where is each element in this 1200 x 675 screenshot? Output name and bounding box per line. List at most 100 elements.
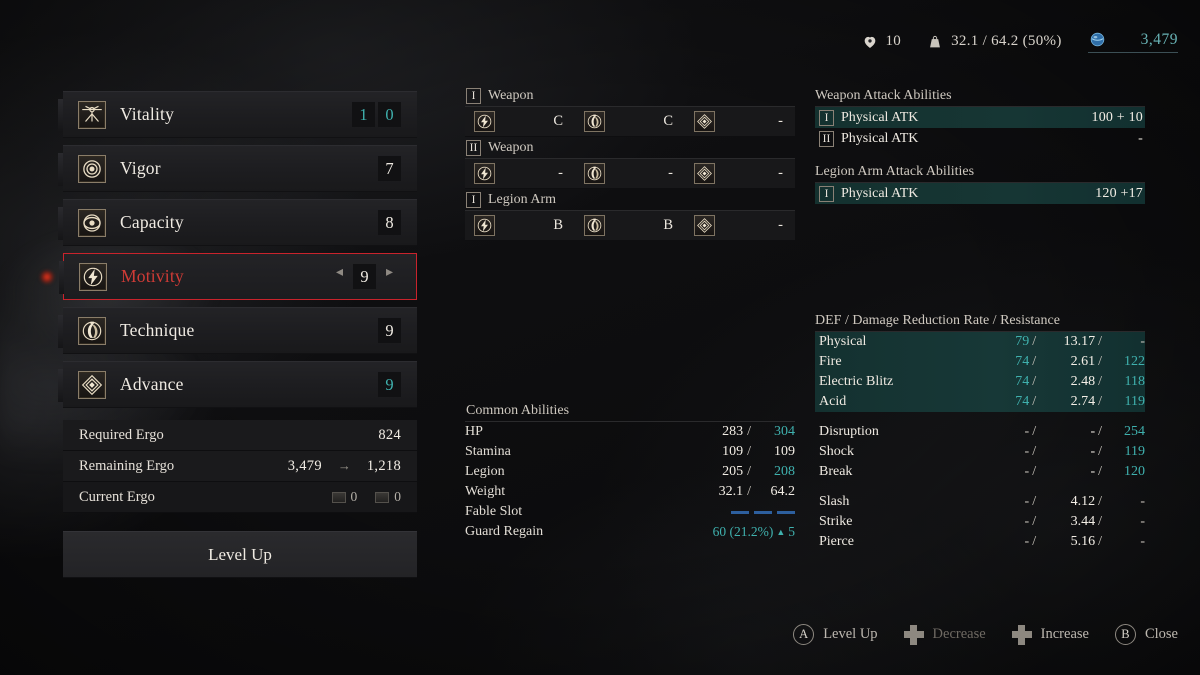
defense-resistance-value: - xyxy=(1140,494,1145,509)
defense-label: Break xyxy=(819,464,853,479)
advance-icon xyxy=(694,163,715,184)
weight-counter: 32.1 / 64.2 (50%) xyxy=(927,33,1062,50)
ergo-value: 3,479 xyxy=(1140,30,1178,48)
technique-icon xyxy=(584,215,605,236)
stat-row-advance[interactable]: Advance 9 xyxy=(58,361,417,408)
scaling-grade: - xyxy=(558,165,563,181)
required-ergo-row: Required Ergo 824 xyxy=(63,420,417,451)
level-up-button[interactable]: Level Up xyxy=(63,531,417,578)
stat-value-digit: 0 xyxy=(378,102,401,127)
ergo-panel: Required Ergo 824 Remaining Ergo 3,479 →… xyxy=(63,420,417,578)
common-ability-label: Legion xyxy=(465,464,505,479)
defense-separator: / xyxy=(1032,514,1037,529)
guard-regain-delta: 5 xyxy=(788,524,795,539)
vitality-icon xyxy=(78,100,106,129)
button-prompt-label: Increase xyxy=(1040,626,1089,642)
defense-def-value: - xyxy=(1024,494,1030,509)
defense-resistance-value: 119 xyxy=(1124,444,1145,459)
common-ability-separator: / xyxy=(747,424,751,439)
slot-numeral: I xyxy=(466,191,481,208)
ergo-chunk-value: 0 xyxy=(350,489,358,504)
legion-attack-title: Legion Arm Attack Abilities xyxy=(815,161,1145,183)
stat-decrease-arrow-icon[interactable]: ◂ xyxy=(329,264,350,289)
scaling-row: - - - xyxy=(465,159,795,189)
scaling-row: B B - xyxy=(465,211,795,241)
scaling-grade: C xyxy=(553,113,563,129)
button-prompt[interactable]: Increase xyxy=(1011,624,1089,645)
stat-label: Vitality xyxy=(120,104,175,124)
remaining-ergo-label: Remaining Ergo xyxy=(79,457,175,474)
button-prompt[interactable]: A Level Up xyxy=(793,624,878,645)
defense-rate-value: 13.17 xyxy=(1063,334,1096,349)
stat-label: Vigor xyxy=(120,158,161,178)
attack-ability-row: I Physical ATK 100 + 10 xyxy=(815,107,1145,128)
stat-row-vigor[interactable]: Vigor 7 xyxy=(58,145,417,192)
defense-separator: / xyxy=(1032,494,1037,509)
defense-resistance-value: 120 xyxy=(1124,464,1145,479)
scaling-section-title: Legion Arm xyxy=(488,191,557,207)
defense-row: Fire 74 / 2.61 / 122 xyxy=(815,352,1145,372)
level-up-button-label: Level Up xyxy=(208,544,272,564)
dpad-icon xyxy=(903,624,924,645)
common-ability-max: 109 xyxy=(774,444,795,459)
defense-separator: / xyxy=(1098,394,1102,409)
button-prompt-label: Close xyxy=(1144,626,1178,642)
stat-value-group: 9 xyxy=(378,372,401,397)
attack-ability-value: - xyxy=(1138,130,1143,146)
remaining-ergo-after: 1,218 xyxy=(366,457,401,474)
common-ability-row: HP 283 / 304 xyxy=(465,422,795,442)
button-prompt[interactable]: Decrease xyxy=(903,624,986,645)
scaling-grade: - xyxy=(778,165,783,181)
fable-slot-row: Fable Slot xyxy=(465,502,795,522)
stat-row-motivity[interactable]: Motivity ◂ 9 ▸ xyxy=(39,253,417,300)
common-ability-row: Legion 205 / 208 xyxy=(465,462,795,482)
defense-rate-value: - xyxy=(1090,464,1096,479)
remaining-ergo-row: Remaining Ergo 3,479 → 1,218 xyxy=(63,451,417,482)
button-prompt-bar: A Level Up Decrease Increase B Close xyxy=(793,624,1178,645)
stat-increase-arrow-icon[interactable]: ▸ xyxy=(379,264,400,289)
advance-icon xyxy=(694,215,715,236)
stat-value-digit: 1 xyxy=(352,102,375,127)
defense-resistance-value: 254 xyxy=(1124,424,1145,439)
attack-ability-label: Physical ATK xyxy=(841,109,919,125)
attack-ability-row: II Physical ATK - xyxy=(815,128,1145,149)
defense-rate-value: - xyxy=(1090,424,1096,439)
scaling-row: C C - xyxy=(465,107,795,137)
technique-icon xyxy=(78,316,106,345)
remaining-ergo-before: 3,479 xyxy=(287,457,322,474)
common-ability-current: 283 xyxy=(722,424,744,439)
defense-label: Slash xyxy=(819,494,850,509)
defense-row: Break - / - / 120 xyxy=(815,462,1145,482)
button-prompt[interactable]: B Close xyxy=(1114,624,1178,645)
guard-regain-value: 60 (21.2%) xyxy=(712,524,774,539)
ergo-counter: 3,479 xyxy=(1087,30,1178,53)
stat-value-group: 8 xyxy=(378,210,401,235)
humanity-value: 10 xyxy=(885,33,902,49)
scaling-grade: - xyxy=(668,165,673,181)
motivity-icon xyxy=(474,163,495,184)
dpad-icon xyxy=(1011,624,1032,645)
ergo-chunk-icon xyxy=(331,491,346,503)
defense-def-value: 74 xyxy=(1015,354,1030,369)
common-ability-separator: / xyxy=(747,484,751,499)
stat-row-capacity[interactable]: Capacity 8 xyxy=(58,199,417,246)
stat-row-technique[interactable]: Technique 9 xyxy=(58,307,417,354)
defense-row: Pierce - / 5.16 / - xyxy=(815,532,1145,552)
defense-separator: / xyxy=(1098,464,1102,479)
stat-row-vitality[interactable]: Vitality 10 xyxy=(58,91,417,138)
common-ability-row: Weight 32.1 / 64.2 xyxy=(465,482,795,502)
scaling-entry: - xyxy=(465,163,575,184)
stat-value-digit: 9 xyxy=(378,318,401,343)
remaining-ergo-arrow-icon: → xyxy=(337,458,351,473)
defense-separator: / xyxy=(1032,534,1037,549)
defense-resistance-value: - xyxy=(1140,334,1145,349)
scaling-section-header: I Weapon xyxy=(465,85,795,107)
defense-separator: / xyxy=(1098,534,1102,549)
common-ability-current: 205 xyxy=(722,464,744,479)
stat-label: Advance xyxy=(120,374,184,394)
stat-label: Capacity xyxy=(120,212,184,232)
slot-numeral: I xyxy=(466,87,481,104)
stat-value-group: 7 xyxy=(378,156,401,181)
defense-label: Disruption xyxy=(819,424,879,439)
ergo-orb-icon xyxy=(1088,30,1107,49)
